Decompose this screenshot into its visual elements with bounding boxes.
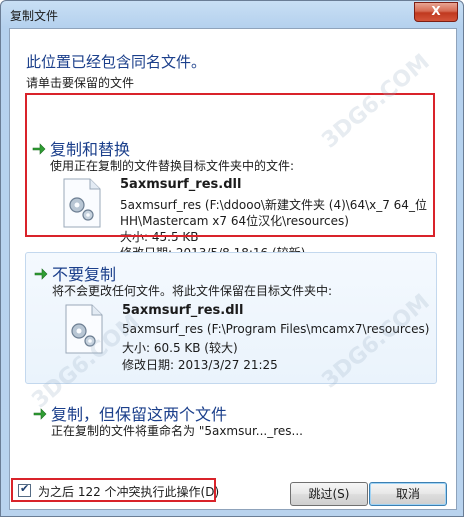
close-button[interactable]: X bbox=[414, 2, 458, 22]
dialog-heading: 此位置已经包含同名文件。 bbox=[26, 53, 207, 71]
file-name: 5axmsurf_res.dll bbox=[122, 303, 244, 318]
copy-file-dialog: 复制文件 X 此位置已经包含同名文件。 请单击要保留的文件 复制和替换 使用正在… bbox=[0, 0, 464, 517]
window-title: 复制文件 bbox=[10, 9, 59, 23]
file-size: 大小: 60.5 KB (较大) bbox=[122, 341, 238, 355]
apply-to-all-checkbox[interactable]: ✔ bbox=[18, 482, 31, 497]
apply-to-all-label[interactable]: 为之后 122 个冲突执行此操作(D) bbox=[38, 483, 219, 500]
title-bar[interactable]: 复制文件 X bbox=[1, 1, 463, 27]
option-copy-keep-both[interactable]: 复制，但保留这两个文件 正在复制的文件将重命名为 "5axmsur..._res… bbox=[25, 395, 435, 438]
option-description: 将不会更改任何文件。将此文件保留在目标文件夹中: bbox=[52, 284, 333, 298]
dialog-subheading: 请单击要保留的文件 bbox=[26, 76, 135, 90]
file-modified-date: 修改日期: 2013/3/27 21:25 bbox=[122, 358, 278, 372]
dialog-content: 此位置已经包含同名文件。 请单击要保留的文件 复制和替换 使用正在复制的文件替换… bbox=[9, 28, 457, 510]
skip-button[interactable]: 跳过(S) bbox=[290, 482, 368, 506]
green-arrow-icon bbox=[34, 268, 48, 280]
cancel-button[interactable]: 取消 bbox=[369, 482, 447, 506]
option-description: 正在复制的文件将重命名为 "5axmsur..._res... bbox=[51, 424, 303, 438]
checkmark-icon: ✔ bbox=[20, 482, 30, 495]
